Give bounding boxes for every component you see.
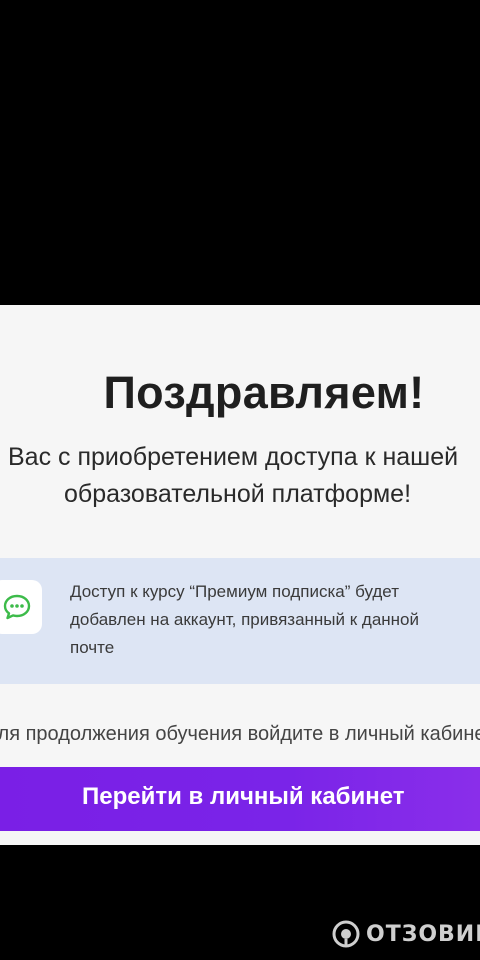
notice-text-line-3: почте — [70, 638, 115, 657]
watermark-text: ОТЗОВИК — [366, 921, 480, 947]
notice-text-line-2: добавлен на аккаунт, привязанный к данно… — [70, 610, 419, 629]
notice-text-line-1: Доступ к курсу “Премиум подписка” будет — [70, 582, 399, 601]
dialog-subtitle-line-1: Вас с приобретением доступа к нашей — [8, 443, 459, 471]
login-hint: Для продолжения обучения войдите в личны… — [0, 723, 480, 745]
success-dialog: Поздравляем! Вас с приобретением доступа… — [0, 305, 480, 845]
go-to-account-label: Перейти в личный кабинет — [82, 783, 405, 810]
otzovik-watermark: ОТЗОВИК — [332, 918, 480, 950]
chat-bubble-icon — [0, 580, 42, 634]
go-to-account-button[interactable]: Перейти в личный кабинет — [0, 767, 480, 831]
dialog-subtitle-line-2: образовательной платформе! — [64, 480, 412, 508]
otzovik-logo-icon — [332, 920, 360, 948]
screen: Поздравляем! Вас с приобретением доступа… — [0, 0, 480, 960]
access-notice: Доступ к курсу “Премиум подписка” будет … — [0, 558, 480, 684]
dialog-title: Поздравляем! — [103, 367, 425, 418]
